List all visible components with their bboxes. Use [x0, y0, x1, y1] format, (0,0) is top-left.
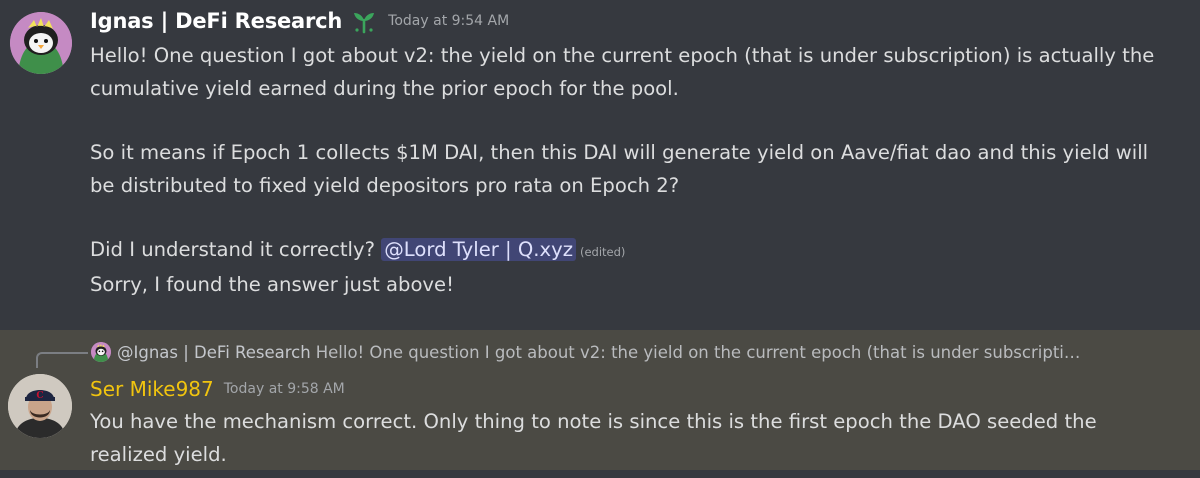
edited-label: (edited) [579, 245, 626, 259]
user-mention[interactable]: @Lord Tyler | Q.xyz [381, 238, 576, 261]
sprout-icon[interactable] [350, 8, 378, 34]
reply-author[interactable]: @Ignas | DeFi Research [117, 343, 311, 362]
svg-text:C: C [36, 391, 43, 401]
message-content: You have the mechanism correct. Only thi… [90, 410, 1097, 466]
message-paragraph: Hello! One question I got about v2: the … [90, 44, 1155, 100]
username[interactable]: Ser Mike987 [90, 377, 214, 401]
person-avatar-icon: C [8, 374, 72, 438]
message-paragraph: So it means if Epoch 1 collects $1M DAI,… [90, 141, 1149, 197]
message-ser-mike: @Ignas | DeFi Research Hello! One questi… [0, 330, 1200, 470]
username[interactable]: Ignas | DeFi Research [90, 9, 342, 33]
bottom-strip [0, 470, 1200, 478]
penguin-avatar-icon [91, 342, 111, 362]
message-ignas: Ignas | DeFi Research Today at 9:54 AM H… [0, 0, 1200, 330]
penguin-avatar-icon [10, 12, 72, 74]
reply-avatar[interactable] [91, 342, 111, 362]
reply-text[interactable]: Hello! One question I got about v2: the … [316, 343, 1081, 362]
reply-spine [36, 352, 88, 368]
message-paragraph: Did I understand it correctly? @Lord Tyl… [90, 234, 1170, 269]
timestamp[interactable]: Today at 9:54 AM [388, 13, 509, 29]
timestamp[interactable]: Today at 9:58 AM [224, 381, 345, 397]
avatar[interactable]: C [8, 374, 72, 438]
message-content: Hello! One question I got about v2: the … [90, 40, 1170, 301]
message-text: Did I understand it correctly? [90, 238, 382, 261]
message-paragraph: Sorry, I found the answer just above! [90, 272, 454, 296]
message-header: Ser Mike987 Today at 9:58 AM [90, 374, 345, 404]
reply-preview[interactable]: @Ignas | DeFi Research Hello! One questi… [91, 340, 1191, 364]
avatar[interactable] [10, 12, 72, 74]
message-header: Ignas | DeFi Research Today at 9:54 AM [90, 6, 509, 36]
